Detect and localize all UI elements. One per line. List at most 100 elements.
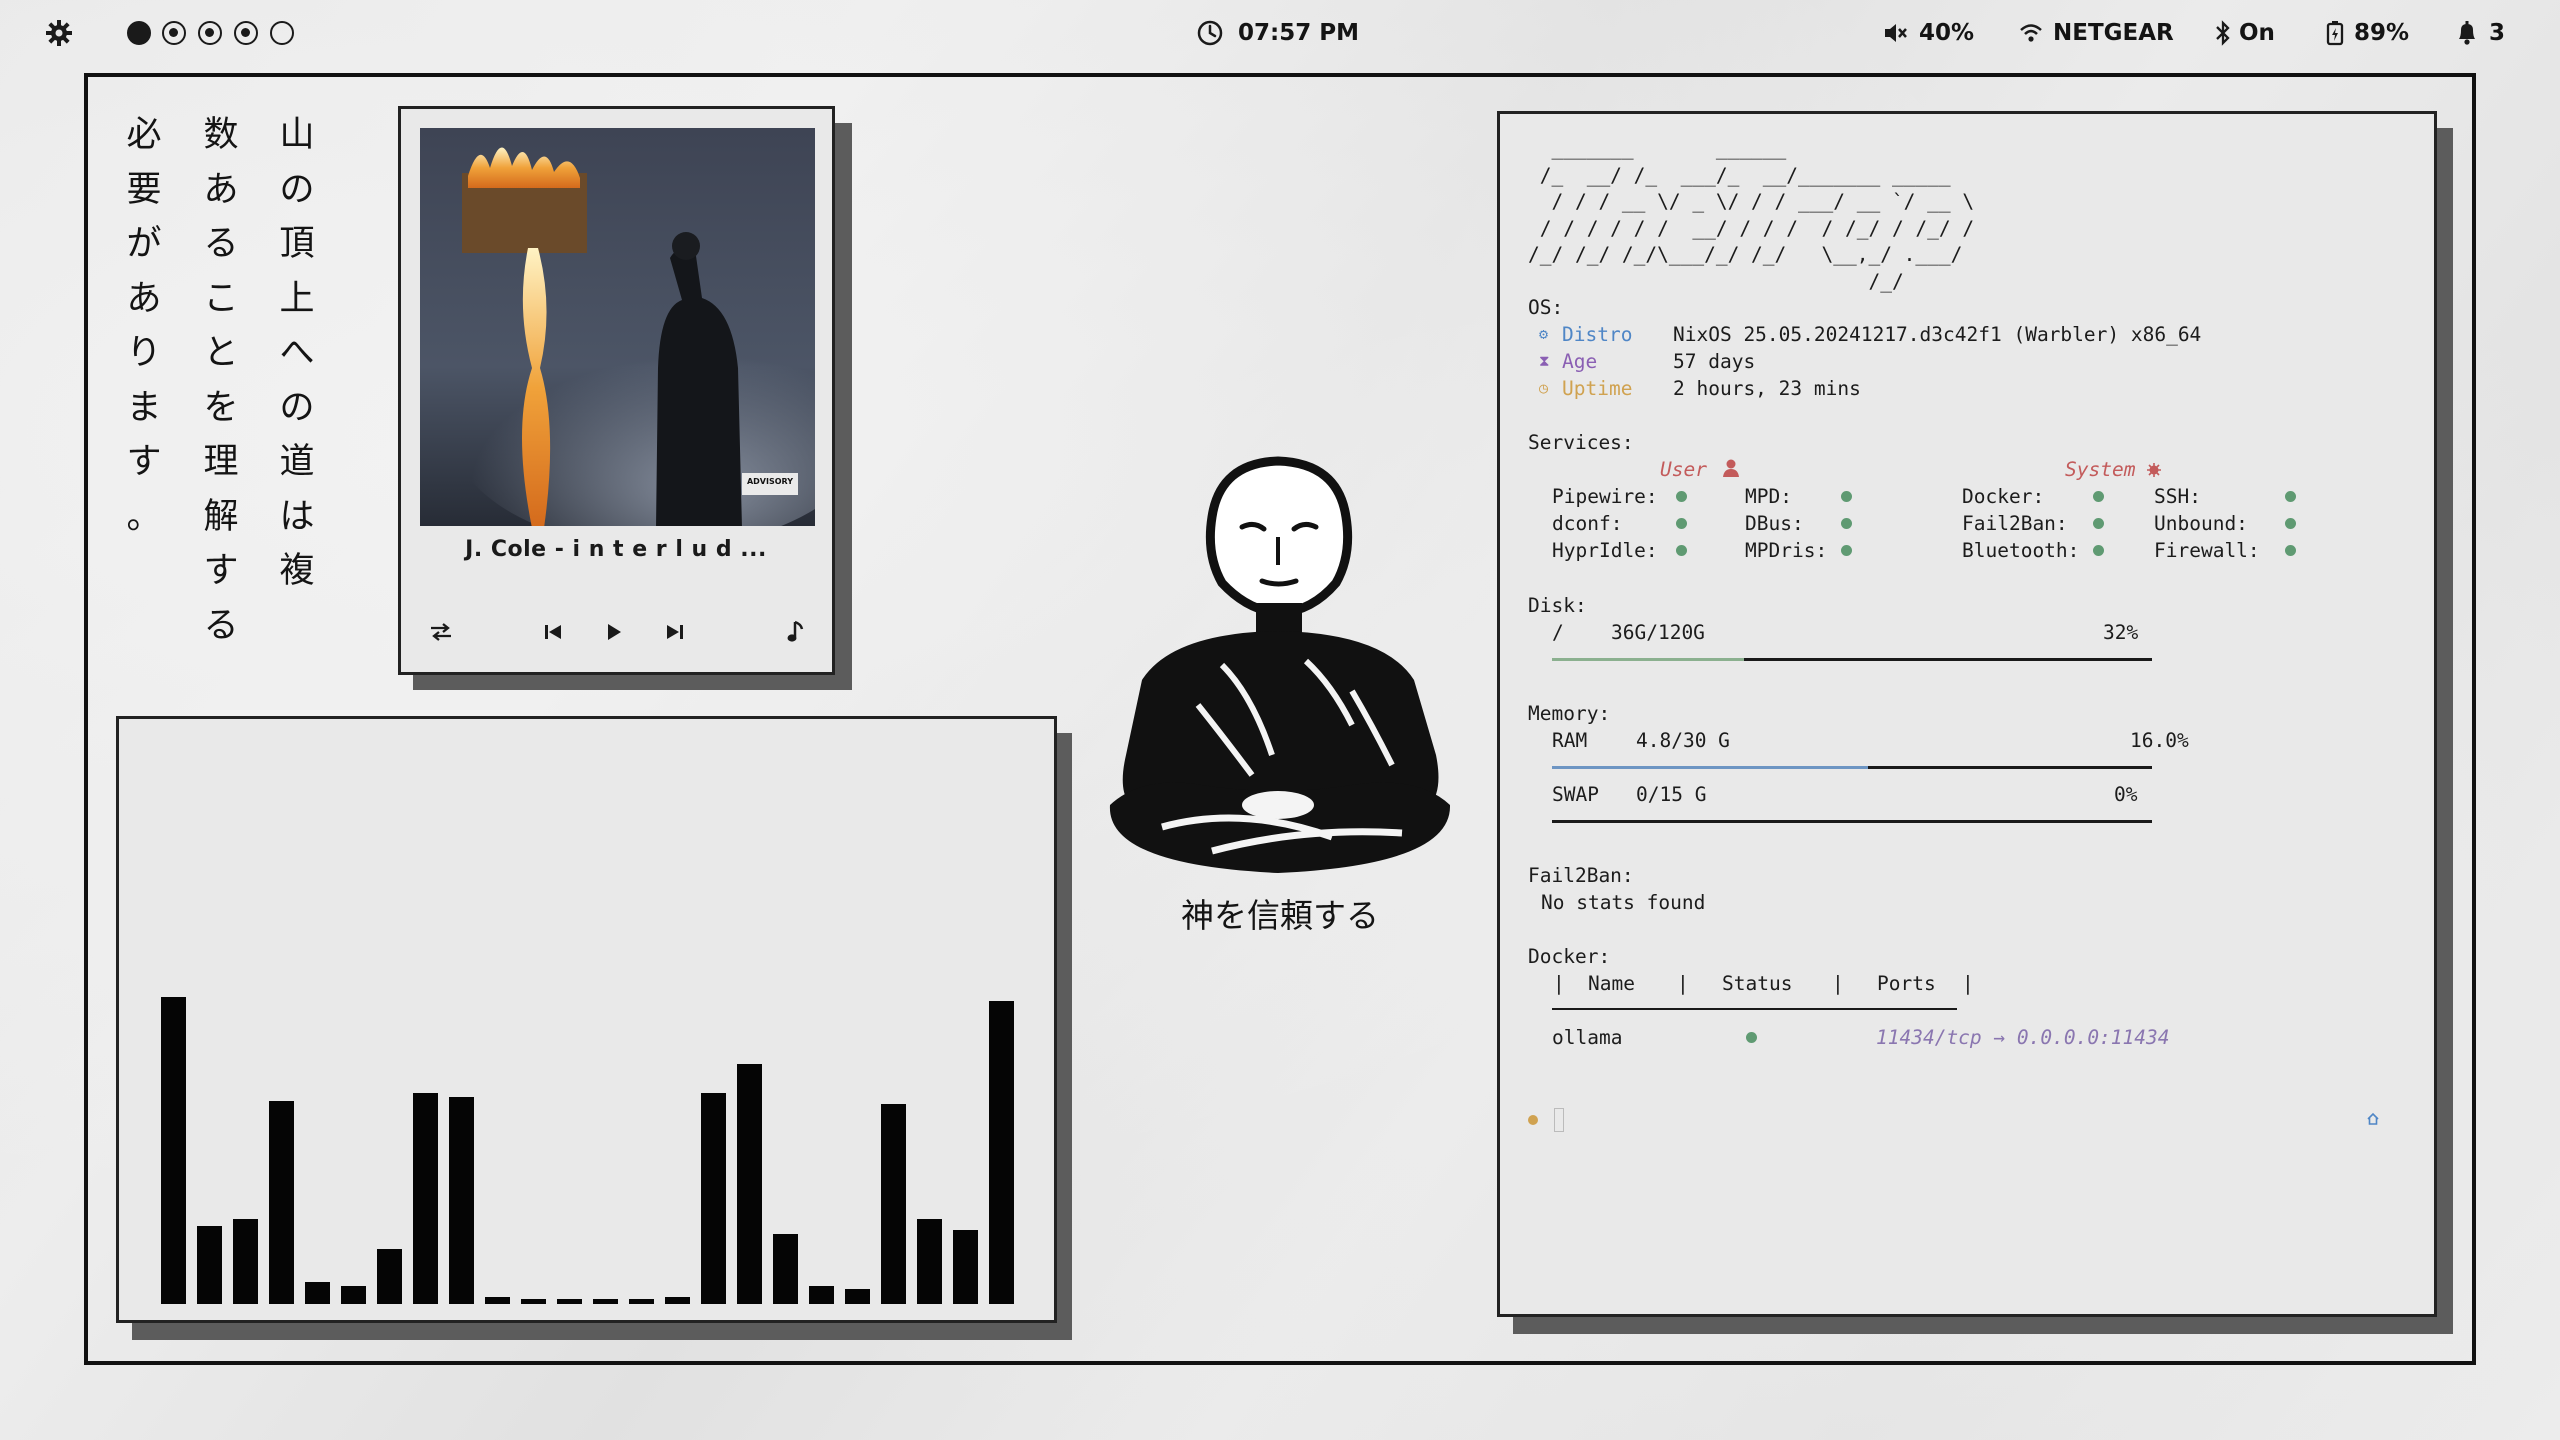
album-art: ADVISORY (420, 128, 815, 526)
visualizer-bar (197, 1226, 222, 1304)
swap-label: SWAP (1552, 783, 1599, 806)
visualizer-bar (449, 1096, 474, 1304)
workspace-2[interactable] (162, 21, 186, 45)
volume-indicator[interactable]: 40% (1883, 0, 1974, 66)
clock-text: 07:57 PM (1238, 20, 1359, 46)
services-label: Services: (1528, 431, 1634, 454)
docker-pipe-4: | (1962, 972, 1974, 995)
prompt-cursor[interactable] (1554, 1108, 1564, 1132)
os-row-key: Distro (1562, 323, 1633, 346)
poem-glyph: へ (279, 333, 315, 373)
visualizer-bar (845, 1289, 870, 1304)
poem-glyph: を (203, 387, 239, 428)
network-indicator[interactable]: NETGEAR (2019, 0, 2174, 66)
previous-button[interactable] (536, 615, 570, 649)
battery-indicator[interactable]: 89% (2326, 0, 2409, 66)
poem-glyph: 道 (279, 442, 315, 482)
docker-row-status-dot (1746, 1032, 1757, 1043)
docker-header-name: Name (1588, 972, 1635, 995)
workspace-5[interactable] (270, 21, 294, 45)
swap-percent: 0% (2114, 783, 2138, 806)
poem-glyph: あ (203, 169, 239, 210)
next-button[interactable] (658, 615, 692, 649)
docker-header-underline (1552, 1008, 1957, 1010)
visualizer-bar (953, 1230, 978, 1304)
monk-caption: 神を信頼する (1181, 896, 1379, 935)
service-status-dot (1676, 518, 1687, 529)
poem-glyph: る (203, 605, 239, 646)
visualizer-bar (233, 1218, 258, 1304)
network-text: NETGEAR (2053, 20, 2174, 46)
terminal-window[interactable]: _______ ______ /_ __/ /_ ___/_ __/______… (1497, 111, 2437, 1317)
music-note-button[interactable] (779, 615, 813, 649)
service-status-dot (1676, 491, 1687, 502)
os-row-icon: ⧗ (1539, 352, 1550, 370)
audio-visualizer (116, 716, 1057, 1323)
docker-pipe-2: | (1677, 972, 1689, 995)
ascii-logo: _______ ______ /_ __/ /_ ___/_ __/______… (1528, 137, 1975, 293)
service-name: Unbound: (2154, 512, 2248, 535)
skip-previous-icon (545, 625, 561, 639)
docker-row-ports: 11434/tcp → 0.0.0.0:11434 (1876, 1026, 2170, 1049)
docker-pipe-1: | (1553, 972, 1565, 995)
shuffle-button[interactable] (424, 615, 458, 649)
song-title: J. Cole - i n t e r l u d ... (465, 537, 767, 562)
visualizer-bar (377, 1248, 402, 1304)
disk-percent: 32% (2103, 621, 2139, 644)
os-row-icon: ⚙ (1539, 325, 1549, 343)
service-name: dconf: (1552, 512, 1623, 535)
meditating-monk-image (1109, 456, 1451, 873)
workspace-3[interactable] (198, 21, 222, 45)
gear-icon[interactable] (44, 0, 74, 66)
visualizer-bar (989, 1000, 1014, 1304)
service-name: MPD: (1745, 485, 1792, 508)
poem-glyph: の (279, 387, 315, 428)
bluetooth-indicator[interactable]: On (2215, 0, 2275, 66)
swap-progress-track (1552, 820, 2152, 823)
system-gear-icon (2147, 463, 2161, 477)
disk-mount: / (1552, 621, 1564, 644)
visualizer-bar (269, 1100, 294, 1304)
ram-percent: 16.0% (2130, 729, 2189, 752)
poem-glyph: は (279, 496, 315, 537)
disk-label: Disk: (1528, 594, 1587, 617)
poem-column-2: 数あることを理解する (196, 108, 246, 653)
clock-icon (1197, 20, 1223, 46)
volume-muted-icon (1885, 24, 1907, 42)
play-button[interactable] (597, 615, 631, 649)
visualizer-bar (665, 1296, 690, 1304)
service-status-dot (1841, 545, 1852, 556)
service-status-dot (2093, 518, 2104, 529)
clock[interactable]: 07:57 PM (1196, 0, 1359, 66)
poem-glyph: 山 (279, 115, 315, 155)
visualizer-bar (881, 1104, 906, 1304)
service-status-dot (2285, 518, 2296, 529)
poem-glyph: 数 (203, 115, 239, 155)
visualizer-bar (701, 1093, 726, 1304)
visualizer-bar (773, 1233, 798, 1304)
disk-usage: 36G/120G (1611, 621, 1705, 644)
poem-glyph: ま (126, 387, 162, 428)
service-name: Docker: (1962, 485, 2045, 508)
service-name: Fail2Ban: (1962, 512, 2068, 535)
user-icon (1723, 459, 1739, 477)
os-row-icon: ◷ (1539, 379, 1549, 397)
ram-label: RAM (1552, 729, 1588, 752)
poem-glyph: り (126, 333, 162, 373)
battery-text: 89% (2354, 20, 2410, 46)
wifi-icon (2020, 24, 2042, 42)
os-row-value: 2 hours, 23 mins (1673, 377, 1861, 400)
service-status-dot (1841, 518, 1852, 529)
music-note-icon (787, 620, 804, 642)
visualizer-bar (413, 1093, 438, 1304)
workspace-1[interactable] (127, 21, 151, 45)
service-status-dot (2285, 545, 2296, 556)
workspace-4[interactable] (234, 21, 258, 45)
poem-glyph: 複 (279, 551, 315, 591)
notifications-indicator[interactable]: 3 (2455, 0, 2505, 66)
skip-next-icon (667, 625, 683, 639)
service-name: DBus: (1745, 512, 1804, 535)
visualizer-bar (161, 996, 186, 1304)
poem-glyph: の (279, 169, 315, 210)
user-services-label: User (1660, 458, 1707, 481)
